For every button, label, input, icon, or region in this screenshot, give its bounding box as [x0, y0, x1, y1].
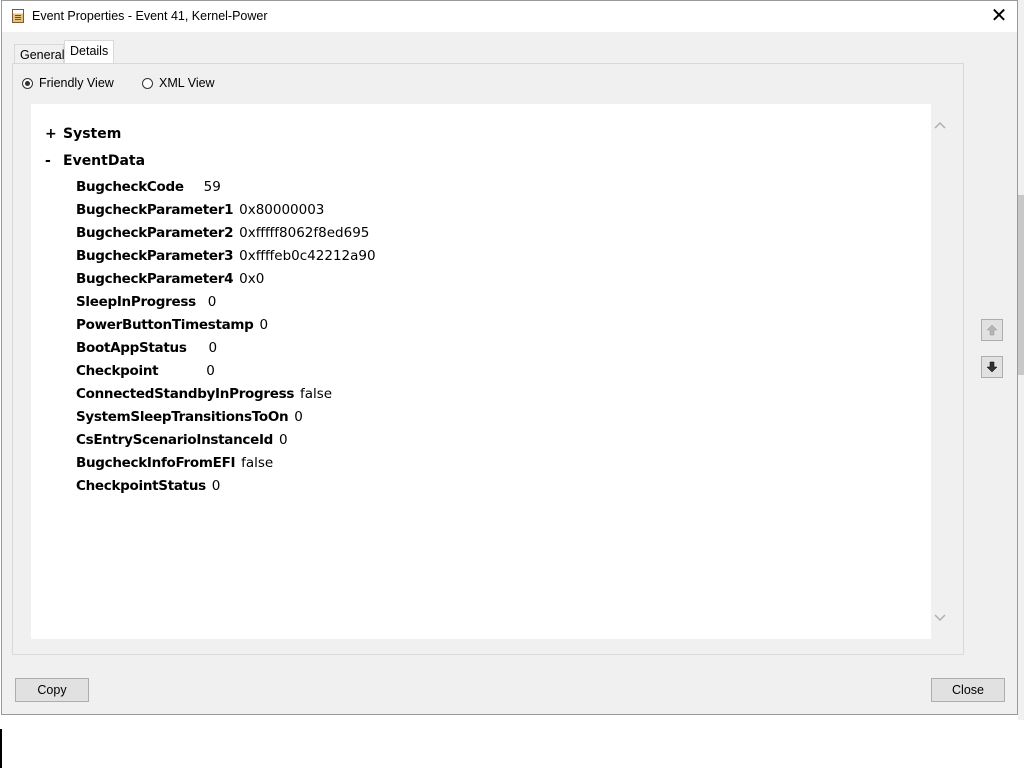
field-name: CheckpointStatus [76, 478, 206, 494]
field-value: 0 [207, 294, 217, 310]
xml-view-radio[interactable] [142, 77, 153, 89]
copy-button[interactable]: Copy [15, 678, 89, 702]
tab-details[interactable]: Details [64, 40, 114, 65]
field-name: BugcheckParameter1 [76, 202, 234, 218]
collapse-toggle[interactable]: - [45, 153, 57, 169]
field-value: 0 [278, 432, 288, 448]
field-name: BugcheckCode [76, 179, 184, 195]
background-scrollbar-thumb[interactable] [1018, 195, 1024, 375]
previous-event-button[interactable] [981, 319, 1003, 341]
field-name: SleepInProgress [76, 294, 196, 310]
field-name: SystemSleepTransitionsToOn [76, 409, 289, 425]
field-row: BugcheckInfoFromEFI false [76, 454, 273, 474]
field-name: CsEntryScenarioInstanceId [76, 432, 274, 448]
window-title: Event Properties - Event 41, Kernel-Powe… [32, 9, 268, 23]
field-value: 0 [259, 317, 269, 333]
friendly-view-label: Friendly View [39, 76, 114, 90]
field-row: CsEntryScenarioInstanceId 0 [76, 431, 288, 451]
field-value: 0xffffeb0c42212a90 [239, 248, 376, 264]
field-value: 0xfffff8062f8ed695 [239, 225, 370, 241]
scroll-up-icon[interactable] [934, 120, 946, 132]
close-window-button[interactable]: ✕ [985, 1, 1013, 31]
field-value: 0 [206, 363, 215, 379]
field-value: 0x80000003 [239, 202, 325, 218]
friendly-view-content[interactable]: + System - EventData BugcheckCode 59 Bug… [31, 104, 949, 639]
text-cursor [0, 729, 2, 768]
field-name: BugcheckParameter2 [76, 225, 234, 241]
xml-view-option[interactable]: XML View [142, 76, 215, 90]
field-value: 59 [203, 179, 221, 195]
expand-toggle[interactable]: + [45, 126, 57, 142]
field-value: 0 [211, 478, 221, 494]
node-label[interactable]: System [63, 126, 121, 142]
field-value: false [299, 386, 333, 402]
field-row: PowerButtonTimestamp 0 [76, 316, 268, 336]
friendly-view-radio[interactable] [22, 77, 33, 89]
field-value: false [241, 455, 274, 471]
field-name: Checkpoint [76, 363, 159, 379]
tab-general[interactable]: General [14, 44, 64, 64]
field-name: ConnectedStandbyInProgress [76, 386, 295, 402]
node-label[interactable]: EventData [63, 153, 145, 169]
field-row: ConnectedStandbyInProgress false [76, 385, 332, 405]
field-row: BugcheckParameter2 0xfffff8062f8ed695 [76, 224, 369, 244]
field-row: SystemSleepTransitionsToOn 0 [76, 408, 303, 428]
arrow-down-icon [986, 361, 998, 373]
friendly-view-option[interactable]: Friendly View [22, 76, 114, 90]
field-value: 0 [294, 409, 303, 425]
next-event-button[interactable] [981, 356, 1003, 378]
field-value: 0 [208, 340, 218, 356]
event-properties-window: Event Properties - Event 41, Kernel-Powe… [1, 0, 1018, 715]
field-row: SleepInProgress 0 [76, 293, 216, 313]
details-panel: Friendly View XML View + System - EventD… [12, 63, 964, 655]
xml-view-label: XML View [159, 76, 215, 90]
content-scrollbar[interactable] [931, 104, 949, 639]
field-row: BugcheckParameter4 0x0 [76, 270, 264, 290]
field-row: Checkpoint 0 [76, 362, 215, 382]
field-name: BootAppStatus [76, 340, 187, 356]
field-name: BugcheckParameter4 [76, 271, 234, 287]
field-row: BugcheckParameter1 0x80000003 [76, 201, 324, 221]
arrow-up-icon [986, 324, 998, 336]
field-name: BugcheckInfoFromEFI [76, 455, 236, 471]
field-row: CheckpointStatus 0 [76, 477, 220, 497]
field-row: BugcheckCode 59 [76, 178, 221, 198]
field-name: BugcheckParameter3 [76, 248, 234, 264]
close-button[interactable]: Close [931, 678, 1005, 702]
event-viewer-icon [12, 9, 24, 23]
field-row: BootAppStatus 0 [76, 339, 217, 359]
title-bar[interactable]: Event Properties - Event 41, Kernel-Powe… [2, 1, 1017, 32]
scroll-down-icon[interactable] [934, 611, 946, 623]
field-row: BugcheckParameter3 0xffffeb0c42212a90 [76, 247, 376, 267]
field-value: 0x0 [239, 271, 265, 287]
field-name: PowerButtonTimestamp [76, 317, 254, 333]
